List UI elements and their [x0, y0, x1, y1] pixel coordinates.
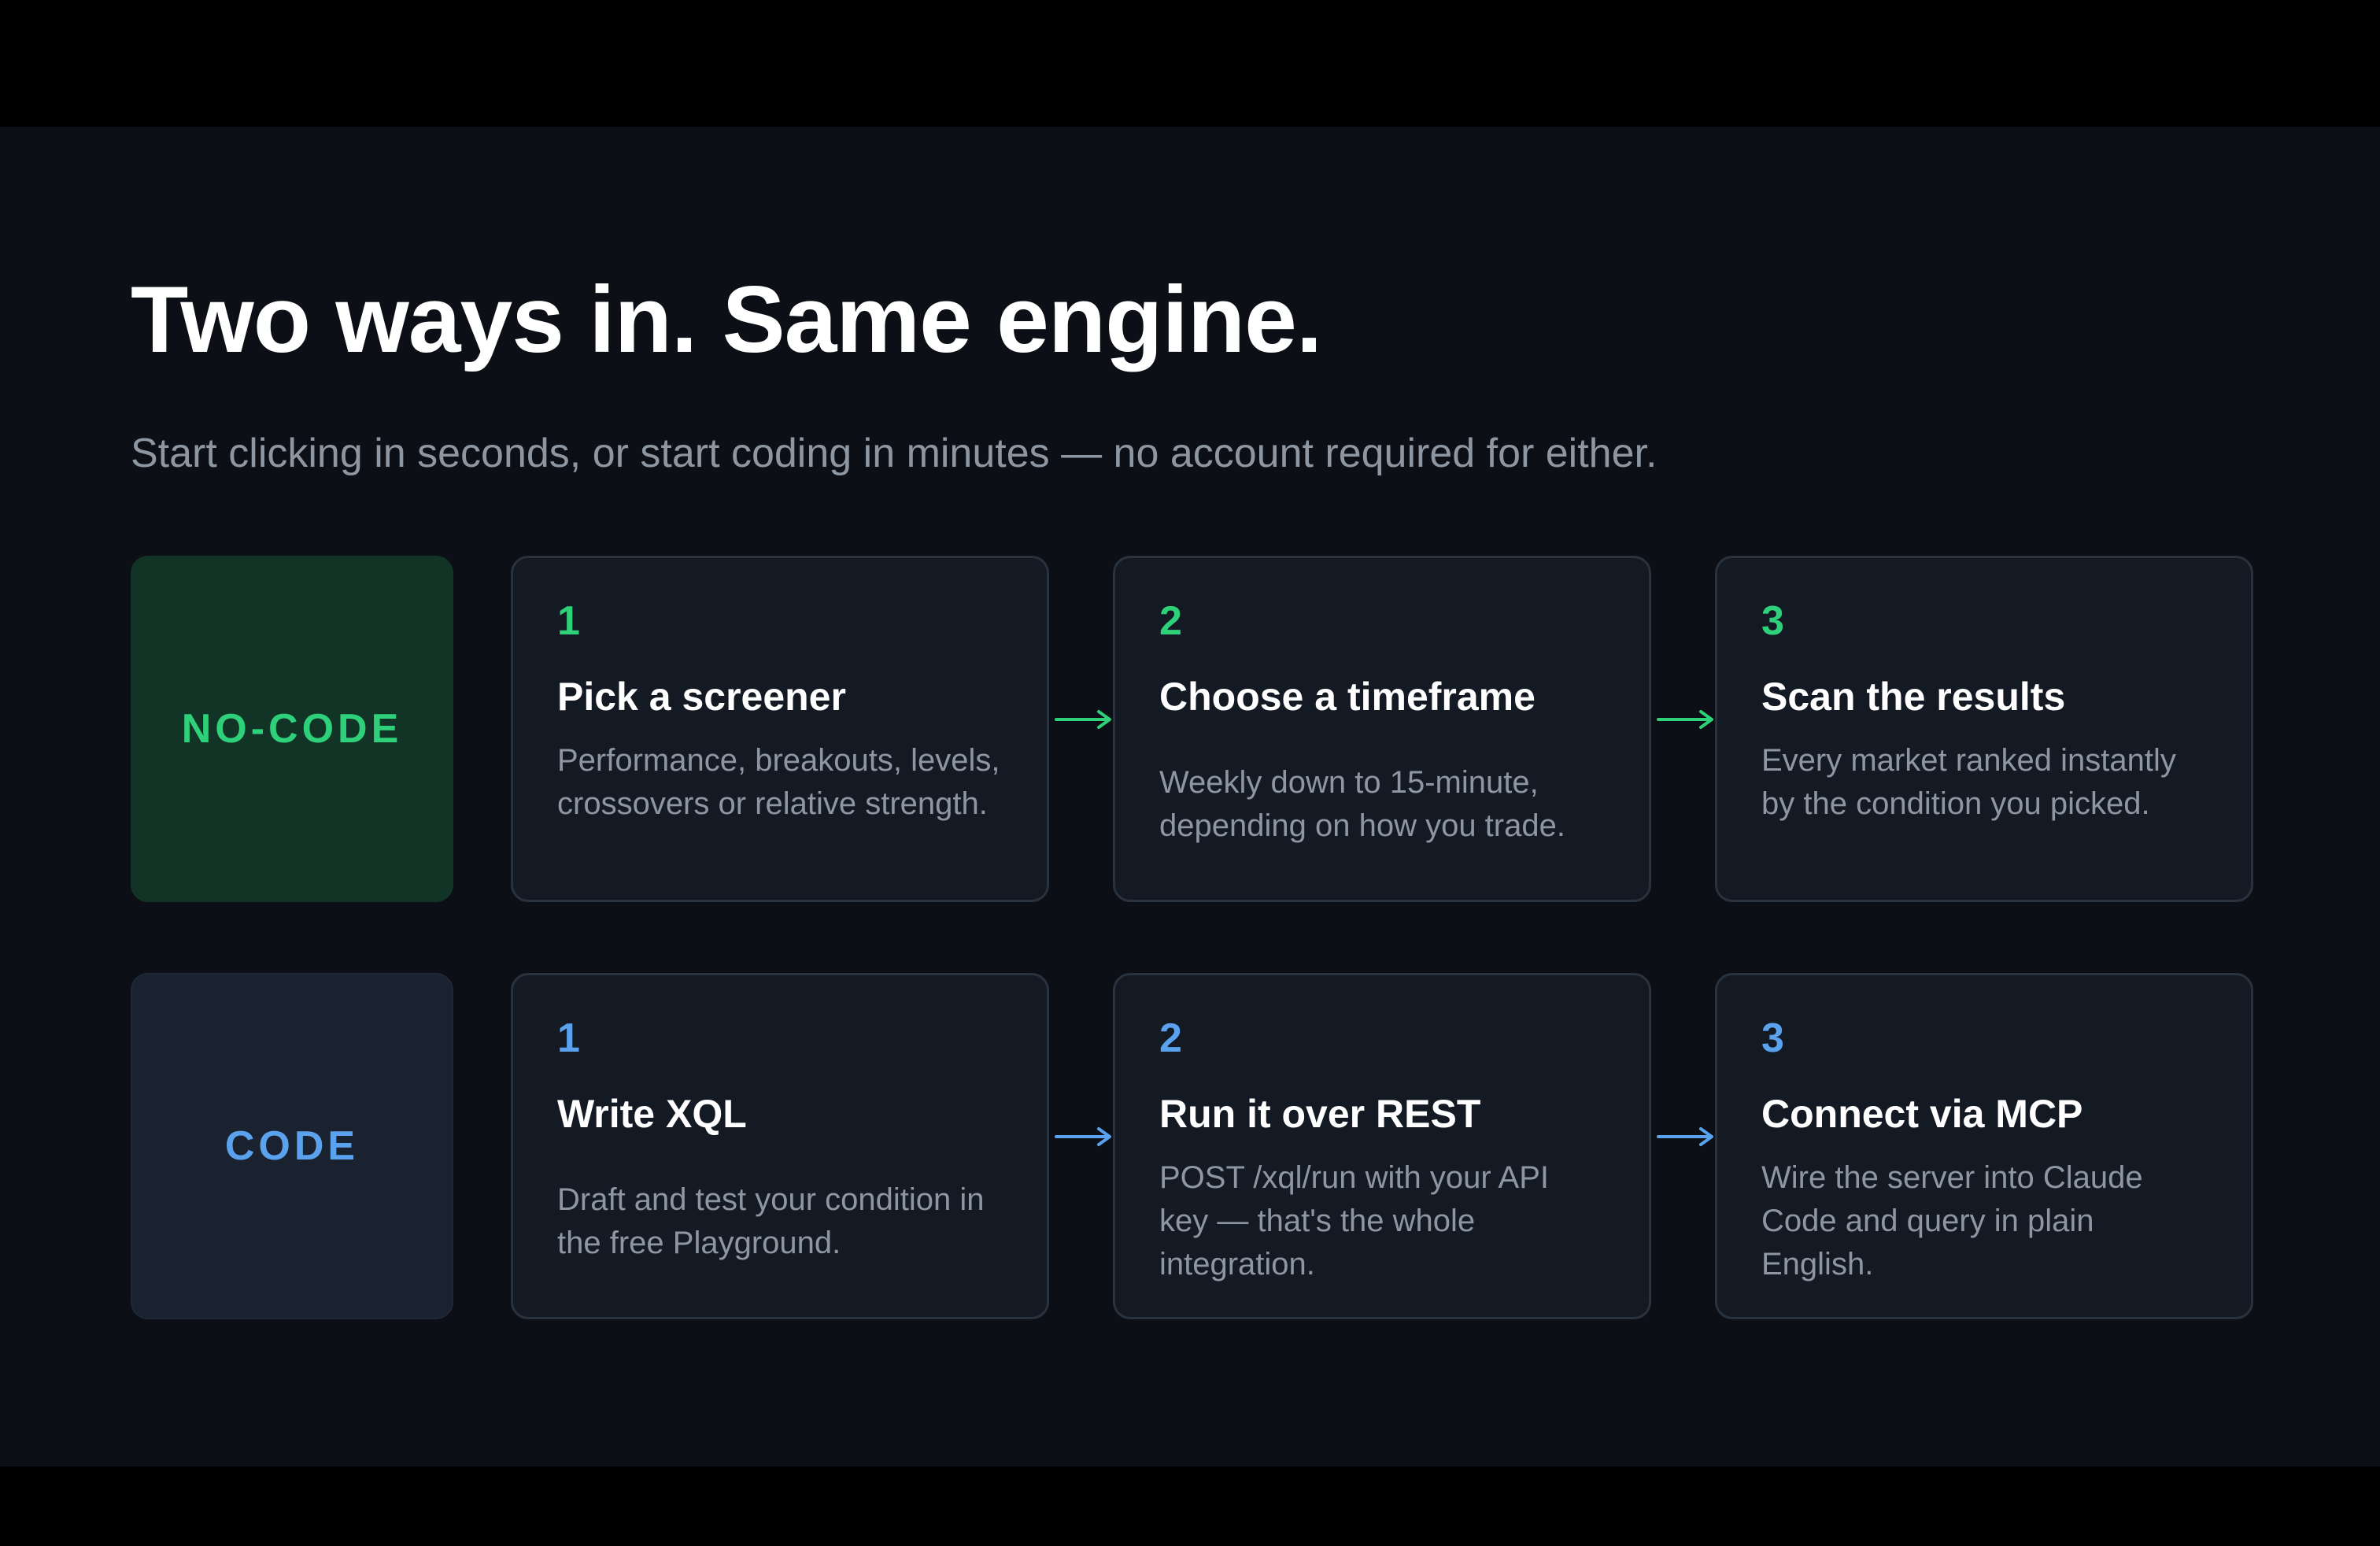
step-number: 3 — [1761, 1015, 1784, 1061]
code-step-1-card: 1 Write XQL Draft and test your conditio… — [511, 973, 1049, 1319]
step-number: 2 — [1159, 598, 1182, 644]
page-title: Two ways in. Same engine. — [131, 267, 1322, 372]
arrow-right-icon — [1655, 704, 1718, 735]
step-title: Scan the results — [1761, 675, 2066, 719]
nocode-step-2-card: 2 Choose a timeframe Weekly down to 15-m… — [1113, 556, 1651, 902]
step-number: 3 — [1761, 598, 1784, 644]
step-description: Draft and test your condition in the fre… — [557, 1182, 985, 1260]
code-label-box: CODE — [131, 973, 453, 1319]
step-title: Choose a timeframe — [1159, 675, 1536, 719]
nocode-label-box: NO-CODE — [131, 556, 453, 902]
step-number: 2 — [1159, 1015, 1182, 1061]
step-description: POST /xql/run with your API key — that's… — [1159, 1160, 1550, 1282]
slide: Two ways in. Same engine. Start clicking… — [0, 127, 2380, 1466]
arrow-right-icon — [1655, 1121, 1718, 1152]
arrow-right-icon — [1053, 1121, 1116, 1152]
step-description: Performance, breakouts, levels, crossove… — [557, 743, 1000, 821]
step-description: Wire the server into Claude Code and que… — [1761, 1160, 2143, 1282]
nocode-label: NO-CODE — [181, 706, 403, 752]
step-title: Run it over REST — [1159, 1092, 1481, 1136]
step-number: 1 — [557, 598, 580, 644]
step-description: Every market ranked instantly by the con… — [1761, 743, 2176, 821]
nocode-step-1-card: 1 Pick a screener Performance, breakouts… — [511, 556, 1049, 902]
step-title: Write XQL — [557, 1092, 747, 1136]
step-title: Connect via MCP — [1761, 1092, 2083, 1136]
step-title: Pick a screener — [557, 675, 846, 719]
step-description: Weekly down to 15-minute, depending on h… — [1159, 765, 1565, 843]
page-subtitle: Start clicking in seconds, or start codi… — [131, 431, 1658, 476]
code-step-2-card: 2 Run it over REST POST /xql/run with yo… — [1113, 973, 1651, 1319]
arrow-right-icon — [1053, 704, 1116, 735]
step-number: 1 — [557, 1015, 580, 1061]
nocode-step-3-card: 3 Scan the results Every market ranked i… — [1715, 556, 2253, 902]
code-row: CODE 1 Write XQL Draft and test your con… — [0, 973, 2380, 1319]
nocode-row: NO-CODE 1 Pick a screener Performance, b… — [0, 556, 2380, 902]
code-step-3-card: 3 Connect via MCP Wire the server into C… — [1715, 973, 2253, 1319]
code-label: CODE — [224, 1123, 360, 1169]
